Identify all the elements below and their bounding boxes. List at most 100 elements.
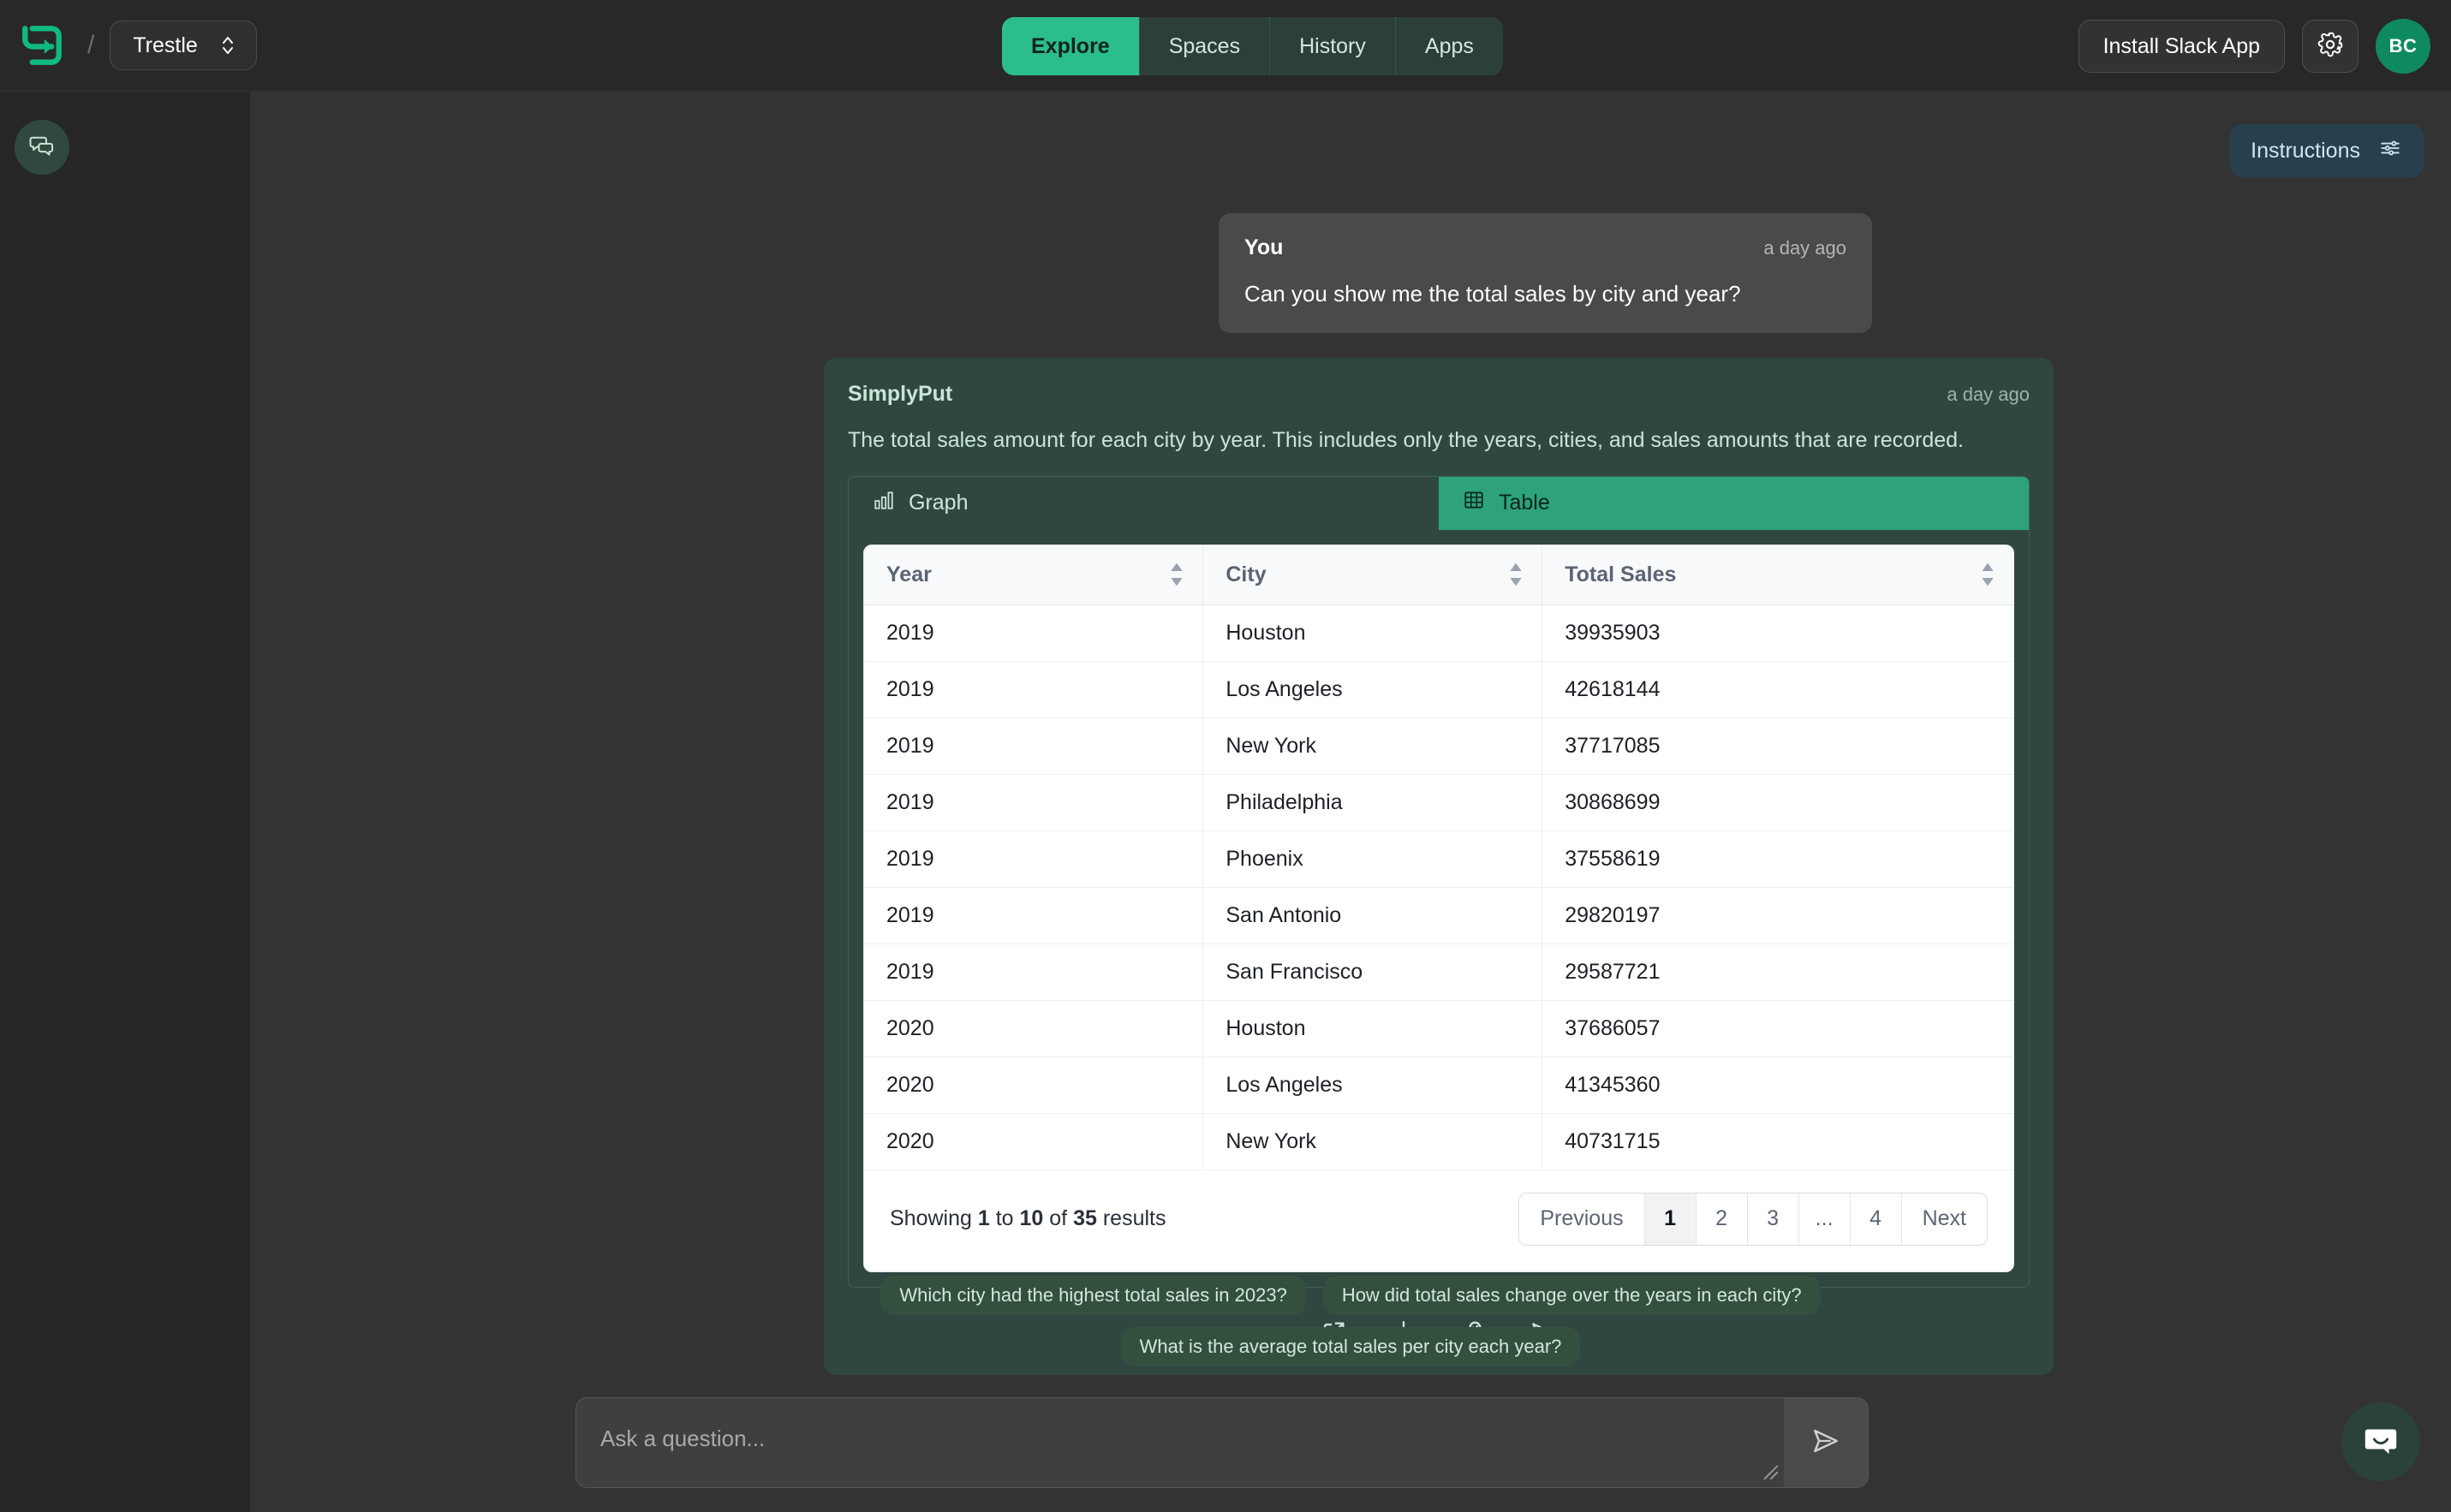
avatar-initials: BC xyxy=(2388,35,2418,57)
cell-city: Houston xyxy=(1202,1000,1543,1057)
tab-graph-label: Graph xyxy=(909,491,969,515)
cell-total-sales: 42618144 xyxy=(1542,661,2013,718)
pagination-page-3[interactable]: 3 xyxy=(1748,1193,1799,1245)
pagination-page-4[interactable]: 4 xyxy=(1851,1193,1902,1245)
table-row: 2020 Los Angeles 41345360 xyxy=(864,1057,2013,1114)
tab-explore-label: Explore xyxy=(1031,33,1110,58)
user-message-header: You a day ago xyxy=(1244,235,1846,260)
table-header-row: Year City Total Sales xyxy=(864,545,2013,605)
user-message-time: a day ago xyxy=(1763,237,1846,259)
cell-total-sales: 41345360 xyxy=(1542,1057,2013,1114)
instructions-label: Instructions xyxy=(2251,138,2360,163)
tab-apps[interactable]: Apps xyxy=(1396,17,1503,75)
showing-mid-2: of xyxy=(1043,1206,1074,1230)
cell-city: San Francisco xyxy=(1202,944,1543,1001)
table-row: 2019 San Antonio 29820197 xyxy=(864,887,2013,944)
tab-spaces[interactable]: Spaces xyxy=(1140,17,1271,75)
column-header-total-sales[interactable]: Total Sales xyxy=(1542,545,2013,605)
cell-total-sales: 39935903 xyxy=(1542,604,2013,662)
results-table-container: Year City Total Sales 2019 Houston 39935… xyxy=(863,544,2014,1272)
cell-year: 2019 xyxy=(864,944,1204,1001)
tab-table[interactable]: Table xyxy=(1439,476,2029,530)
cell-total-sales: 29587721 xyxy=(1542,944,2013,1001)
pagination-controls: Previous 1 2 3... 4 Next xyxy=(1518,1192,1988,1246)
column-header-year[interactable]: Year xyxy=(864,545,1204,605)
tab-graph[interactable]: Graph xyxy=(849,477,1439,530)
pagination-bar: Showing 1 to 10 of 35 results Previous 1 2… xyxy=(864,1169,2013,1271)
resize-grip[interactable] xyxy=(1760,1461,1779,1485)
cell-year: 2019 xyxy=(864,604,1204,662)
tab-table-label: Table xyxy=(1499,491,1550,515)
chat-bubbles-icon xyxy=(27,131,57,164)
cell-city: San Antonio xyxy=(1202,887,1543,944)
table-row: 2020 New York 40731715 xyxy=(864,1113,2013,1170)
tab-explore[interactable]: Explore xyxy=(1002,17,1140,75)
suggestion-chip[interactable]: What is the average total sales per city… xyxy=(1120,1327,1581,1366)
cell-year: 2019 xyxy=(864,830,1204,888)
showing-from: 1 xyxy=(977,1206,990,1230)
pagination-page-2[interactable]: 2 xyxy=(1697,1193,1748,1245)
main-nav-tabs: Explore Spaces History Apps xyxy=(1002,17,1503,75)
suggested-questions: Which city had the highest total sales i… xyxy=(250,1276,2451,1378)
cell-total-sales: 29820197 xyxy=(1542,887,2013,944)
instructions-button[interactable]: Instructions xyxy=(2230,124,2424,177)
results-table: Year City Total Sales 2019 Houston 39935… xyxy=(864,545,2013,1170)
column-header-city[interactable]: City xyxy=(1202,545,1543,605)
workspace-name: Trestle xyxy=(133,33,198,57)
cell-city: Los Angeles xyxy=(1202,1057,1543,1114)
cell-city: New York xyxy=(1202,717,1543,775)
user-avatar[interactable]: BC xyxy=(2376,19,2430,74)
cell-city: Philadelphia xyxy=(1202,774,1543,831)
install-slack-app-button[interactable]: Install Slack App xyxy=(2078,20,2285,73)
send-icon xyxy=(1810,1425,1842,1461)
cell-year: 2020 xyxy=(864,1113,1204,1170)
cell-year: 2019 xyxy=(864,887,1204,944)
cell-city: Phoenix xyxy=(1202,830,1543,888)
suggested-questions-row-1: Which city had the highest total sales i… xyxy=(250,1276,2451,1315)
suggestion-chip[interactable]: How did total sales change over the year… xyxy=(1322,1276,1821,1315)
composer xyxy=(575,1397,1869,1488)
tab-apps-label: Apps xyxy=(1424,33,1474,58)
top-right-controls: Install Slack App BC xyxy=(2078,19,2430,74)
assistant-message: SimplyPut a day ago The total sales amou… xyxy=(824,358,2054,1375)
sort-icon[interactable] xyxy=(1170,562,1184,587)
suggestion-chip[interactable]: Which city had the highest total sales i… xyxy=(880,1276,1306,1315)
cell-year: 2019 xyxy=(864,774,1204,831)
showing-prefix: Showing xyxy=(890,1206,978,1230)
column-header-total-sales-label: Total Sales xyxy=(1565,562,1677,586)
column-header-year-label: Year xyxy=(886,562,932,586)
tab-history[interactable]: History xyxy=(1270,17,1396,75)
result-panel: Graph Table Year City Total Sales 2019 H… xyxy=(848,475,2030,1288)
question-input[interactable] xyxy=(576,1398,1784,1487)
support-chat-button[interactable] xyxy=(2341,1402,2420,1481)
cell-total-sales: 37558619 xyxy=(1542,830,2013,888)
pagination-page-1[interactable]: 1 xyxy=(1644,1193,1697,1245)
cell-total-sales: 37686057 xyxy=(1542,1000,2013,1057)
app-logo-icon[interactable] xyxy=(15,19,69,72)
gear-icon xyxy=(2317,31,2344,63)
result-view-tabs: Graph Table xyxy=(849,476,2029,530)
conversations-button[interactable] xyxy=(15,120,69,175)
pagination-previous[interactable]: Previous xyxy=(1519,1193,1645,1245)
tab-history-label: History xyxy=(1299,33,1366,58)
left-rail xyxy=(0,92,250,1512)
settings-button[interactable] xyxy=(2302,20,2359,73)
table-row: 2019 Philadelphia 30868699 xyxy=(864,774,2013,831)
table-row: 2019 Phoenix 37558619 xyxy=(864,830,2013,888)
cell-city: Los Angeles xyxy=(1202,661,1543,718)
workspace-selector[interactable]: Trestle xyxy=(110,21,257,70)
user-message-author: You xyxy=(1244,235,1284,259)
send-button[interactable] xyxy=(1784,1398,1868,1487)
results-table-head: Year City Total Sales xyxy=(864,545,2013,605)
bar-chart-icon xyxy=(873,489,895,517)
pagination-ellipsis[interactable]: ... xyxy=(1799,1193,1851,1245)
sort-icon[interactable] xyxy=(1981,562,1995,587)
smiley-chat-icon xyxy=(2361,1420,2400,1464)
install-slack-app-label: Install Slack App xyxy=(2102,33,2260,58)
showing-mid-1: to xyxy=(989,1206,1020,1230)
results-count: Showing 1 to 10 of 35 results xyxy=(890,1206,1166,1231)
pagination-next[interactable]: Next xyxy=(1902,1194,1987,1245)
user-message: You a day ago Can you show me the total … xyxy=(1219,213,1872,333)
results-table-body: 2019 Houston 39935903 2019 Los Angeles 426181… xyxy=(864,604,2013,1170)
sort-icon[interactable] xyxy=(1509,562,1523,587)
